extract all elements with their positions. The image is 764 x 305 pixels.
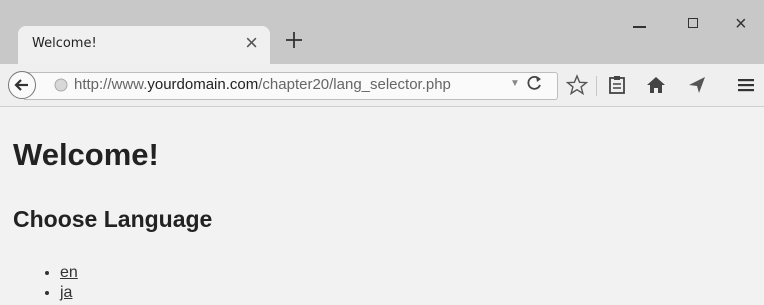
language-link-ja[interactable]: ja [60,284,72,301]
bookmark-star-icon[interactable] [566,74,588,96]
url-domain: yourdomain.com [147,76,259,93]
browser-titlebar: Welcome! × × [0,0,764,64]
globe-icon [54,78,68,92]
language-link-en[interactable]: en [60,264,78,281]
reading-list-icon[interactable] [606,74,628,96]
minimize-window-button[interactable] [630,14,650,34]
tab-close-icon[interactable]: × [245,30,258,56]
tab-title: Welcome! [32,36,97,51]
send-icon[interactable] [686,74,708,96]
new-tab-icon[interactable] [282,28,306,52]
back-arrow-icon [14,79,28,91]
url-path: /chapter20/lang_selector.php [258,76,451,93]
reload-icon[interactable] [526,74,544,92]
back-button[interactable] [8,71,36,99]
page-content: Welcome! Choose Language en ja [0,107,764,305]
url-text[interactable]: http://www.yourdomain.com/chapter20/lang… [74,76,451,93]
page-subheading: Choose Language [13,206,213,232]
language-list: en ja [42,263,78,303]
home-icon[interactable] [645,74,667,96]
close-window-button[interactable]: × [735,14,755,34]
browser-tab[interactable]: Welcome! × [18,26,270,64]
page-heading: Welcome! [13,137,159,172]
url-dropdown-icon[interactable]: ▼ [510,78,520,89]
list-item: ja [60,283,78,303]
list-item: en [60,263,78,283]
url-prefix: http://www. [74,76,148,93]
maximize-window-button[interactable] [684,14,704,34]
menu-icon[interactable] [735,74,757,96]
toolbar-separator [596,76,597,96]
